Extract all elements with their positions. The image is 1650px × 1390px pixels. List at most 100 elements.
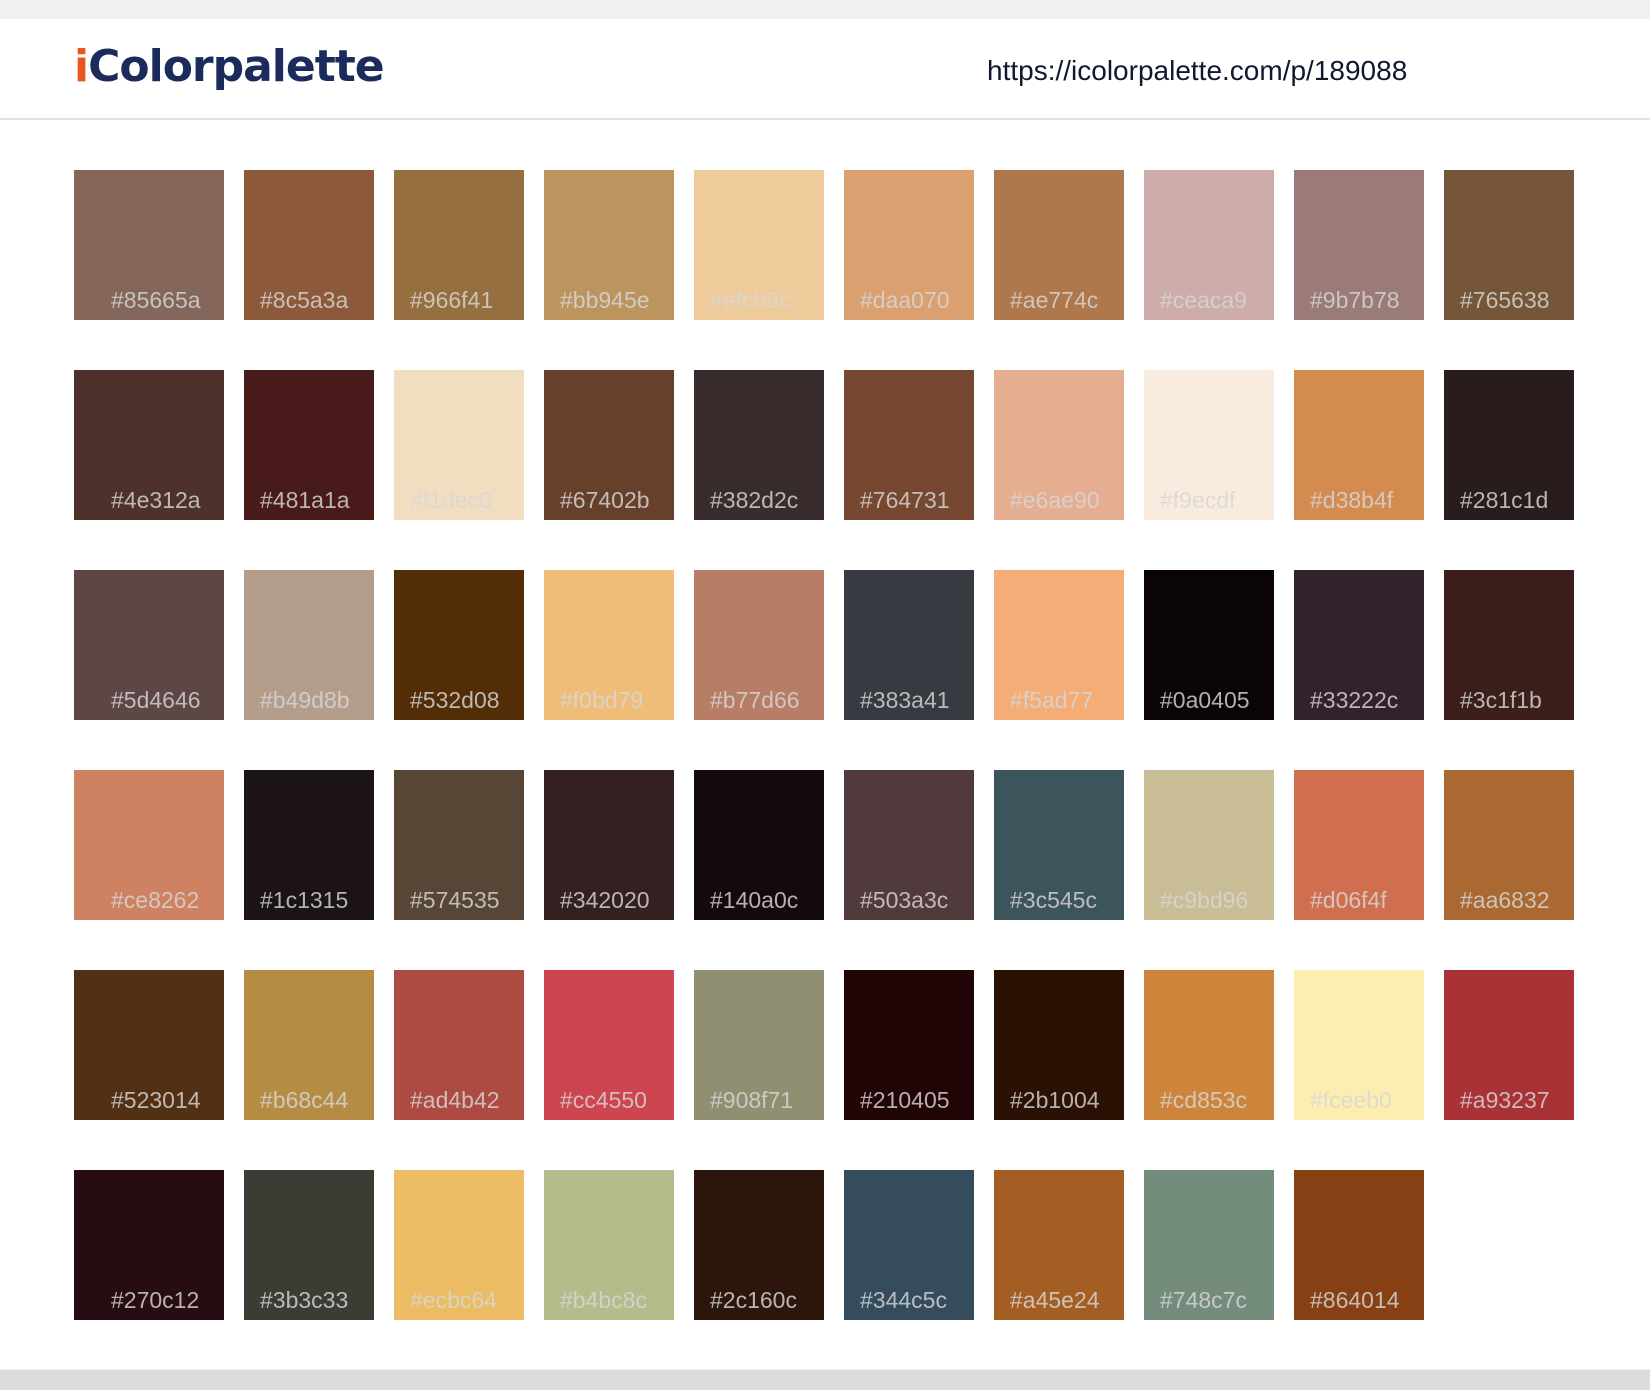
swatch-grid: #85665a #8c5a3a #966f41 #bb945e #efcb9c #daa0… xyxy=(74,170,1576,1320)
color-swatch[interactable]: #0a0405 xyxy=(1144,570,1274,720)
color-hex-label: #b77d66 xyxy=(710,687,800,713)
color-swatch[interactable]: #cd853c xyxy=(1144,970,1274,1120)
color-hex-label: #aa6832 xyxy=(1460,887,1550,913)
color-swatch[interactable]: #5d4646 xyxy=(74,570,224,720)
color-swatch[interactable]: #67402b xyxy=(544,370,674,520)
color-swatch[interactable]: #3b3c33 xyxy=(244,1170,374,1320)
color-hex-label: #f5ad77 xyxy=(1010,687,1094,713)
color-swatch[interactable]: #3c545c xyxy=(994,770,1124,920)
color-hex-label: #2b1004 xyxy=(1010,1087,1100,1113)
color-swatch[interactable]: #3c1f1b xyxy=(1444,570,1574,720)
color-hex-label: #4e312a xyxy=(111,487,201,513)
color-swatch[interactable]: #1c1315 xyxy=(244,770,374,920)
color-hex-label: #140a0c xyxy=(710,887,799,913)
color-hex-label: #3c1f1b xyxy=(1460,687,1542,713)
color-swatch[interactable]: #281c1d xyxy=(1444,370,1574,520)
color-hex-label: #b4bc8c xyxy=(560,1287,647,1313)
color-swatch[interactable]: #2c160c xyxy=(694,1170,824,1320)
color-swatch[interactable]: #383a41 xyxy=(844,570,974,720)
page: iColorpalette https://icolorpalette.com/… xyxy=(0,19,1650,1369)
color-swatch[interactable]: #382d2c xyxy=(694,370,824,520)
color-swatch[interactable]: #481a1a xyxy=(244,370,374,520)
color-hex-label: #ceaca9 xyxy=(1160,287,1247,313)
color-swatch[interactable]: #b77d66 xyxy=(694,570,824,720)
color-swatch[interactable]: #e6ae90 xyxy=(994,370,1124,520)
color-swatch[interactable]: #966f41 xyxy=(394,170,524,320)
logo-letter-i: i xyxy=(74,41,89,92)
color-hex-label: #ad4b42 xyxy=(410,1087,500,1113)
color-swatch[interactable]: #f5ad77 xyxy=(994,570,1124,720)
color-hex-label: #a45e24 xyxy=(1010,1287,1100,1313)
color-hex-label: #ce8262 xyxy=(111,887,200,913)
color-swatch[interactable]: #d38b4f xyxy=(1294,370,1424,520)
color-swatch[interactable]: #140a0c xyxy=(694,770,824,920)
site-logo[interactable]: iColorpalette xyxy=(74,45,385,89)
color-hex-label: #ae774c xyxy=(1010,287,1099,313)
color-hex-label: #a93237 xyxy=(1460,1087,1550,1113)
color-swatch[interactable]: #2b1004 xyxy=(994,970,1124,1120)
color-swatch[interactable]: #ad4b42 xyxy=(394,970,524,1120)
color-hex-label: #c9bd96 xyxy=(1160,887,1249,913)
color-hex-label: #270c12 xyxy=(111,1287,200,1313)
color-swatch[interactable]: #85665a xyxy=(74,170,224,320)
color-swatch[interactable]: #574535 xyxy=(394,770,524,920)
color-swatch[interactable]: #765638 xyxy=(1444,170,1574,320)
color-swatch[interactable]: #ceaca9 xyxy=(1144,170,1274,320)
color-swatch[interactable]: #b4bc8c xyxy=(544,1170,674,1320)
color-hex-label: #67402b xyxy=(560,487,650,513)
color-swatch[interactable]: #864014 xyxy=(1294,1170,1424,1320)
color-swatch[interactable]: #210405 xyxy=(844,970,974,1120)
color-hex-label: #f1dec0 xyxy=(410,487,492,513)
color-swatch[interactable]: #4e312a xyxy=(74,370,224,520)
color-hex-label: #3b3c33 xyxy=(260,1287,349,1313)
color-swatch[interactable]: #9b7b78 xyxy=(1294,170,1424,320)
color-swatch[interactable]: #764731 xyxy=(844,370,974,520)
color-hex-label: #bb945e xyxy=(560,287,650,313)
color-swatch[interactable]: #cc4550 xyxy=(544,970,674,1120)
color-swatch[interactable]: #fceeb0 xyxy=(1294,970,1424,1120)
color-hex-label: #f0bd79 xyxy=(560,687,644,713)
color-hex-label: #532d08 xyxy=(410,687,500,713)
color-swatch[interactable]: #ae774c xyxy=(994,170,1124,320)
color-swatch[interactable]: #270c12 xyxy=(74,1170,224,1320)
color-swatch[interactable]: #b68c44 xyxy=(244,970,374,1120)
color-swatch[interactable]: #8c5a3a xyxy=(244,170,374,320)
color-swatch[interactable]: #344c5c xyxy=(844,1170,974,1320)
color-swatch[interactable]: #c9bd96 xyxy=(1144,770,1274,920)
color-swatch[interactable]: #f1dec0 xyxy=(394,370,524,520)
color-swatch[interactable]: #a45e24 xyxy=(994,1170,1124,1320)
color-hex-label: #9b7b78 xyxy=(1310,287,1400,313)
color-hex-label: #966f41 xyxy=(410,287,494,313)
color-hex-label: #908f71 xyxy=(710,1087,794,1113)
color-hex-label: #ecbc64 xyxy=(410,1287,497,1313)
color-swatch[interactable]: #532d08 xyxy=(394,570,524,720)
color-hex-label: #85665a xyxy=(111,287,201,313)
color-hex-label: #0a0405 xyxy=(1160,687,1250,713)
color-swatch[interactable]: #342020 xyxy=(544,770,674,920)
color-swatch[interactable]: #33222c xyxy=(1294,570,1424,720)
color-hex-label: #574535 xyxy=(410,887,500,913)
color-swatch[interactable]: #daa070 xyxy=(844,170,974,320)
color-swatch[interactable]: #ecbc64 xyxy=(394,1170,524,1320)
color-swatch[interactable]: #908f71 xyxy=(694,970,824,1120)
color-swatch[interactable]: #f9ecdf xyxy=(1144,370,1274,520)
color-swatch[interactable]: #503a3c xyxy=(844,770,974,920)
color-hex-label: #523014 xyxy=(111,1087,201,1113)
color-swatch[interactable]: #bb945e xyxy=(544,170,674,320)
color-hex-label: #1c1315 xyxy=(260,887,349,913)
color-hex-label: #f9ecdf xyxy=(1160,487,1236,513)
color-swatch[interactable]: #748c7c xyxy=(1144,1170,1274,1320)
color-hex-label: #efcb9c xyxy=(710,287,791,313)
color-swatch[interactable]: #523014 xyxy=(74,970,224,1120)
color-hex-label: #765638 xyxy=(1460,287,1550,313)
color-swatch[interactable]: #aa6832 xyxy=(1444,770,1574,920)
color-swatch[interactable]: #ce8262 xyxy=(74,770,224,920)
color-hex-label: #342020 xyxy=(560,887,650,913)
color-swatch[interactable]: #f0bd79 xyxy=(544,570,674,720)
color-swatch[interactable]: #efcb9c xyxy=(694,170,824,320)
color-swatch[interactable]: #d06f4f xyxy=(1294,770,1424,920)
color-hex-label: #344c5c xyxy=(860,1287,947,1313)
color-swatch[interactable]: #b49d8b xyxy=(244,570,374,720)
color-swatch[interactable]: #a93237 xyxy=(1444,970,1574,1120)
color-hex-label: #382d2c xyxy=(710,487,799,513)
